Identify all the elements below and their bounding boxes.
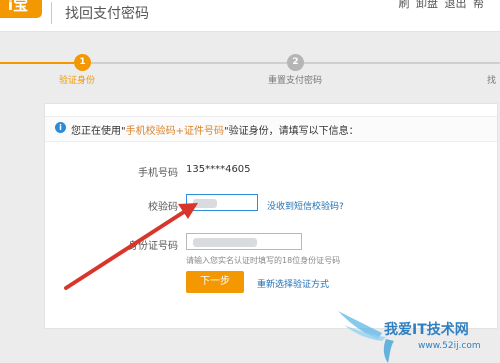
arrow-shaft [64,206,192,290]
arrow-head [178,203,198,219]
watermark-url: www.52ij.com [418,341,481,351]
watermark-text: 我爱IT技术网 [384,322,469,338]
watermark: 我爱IT技术网 www.52ij.com [308,309,498,363]
